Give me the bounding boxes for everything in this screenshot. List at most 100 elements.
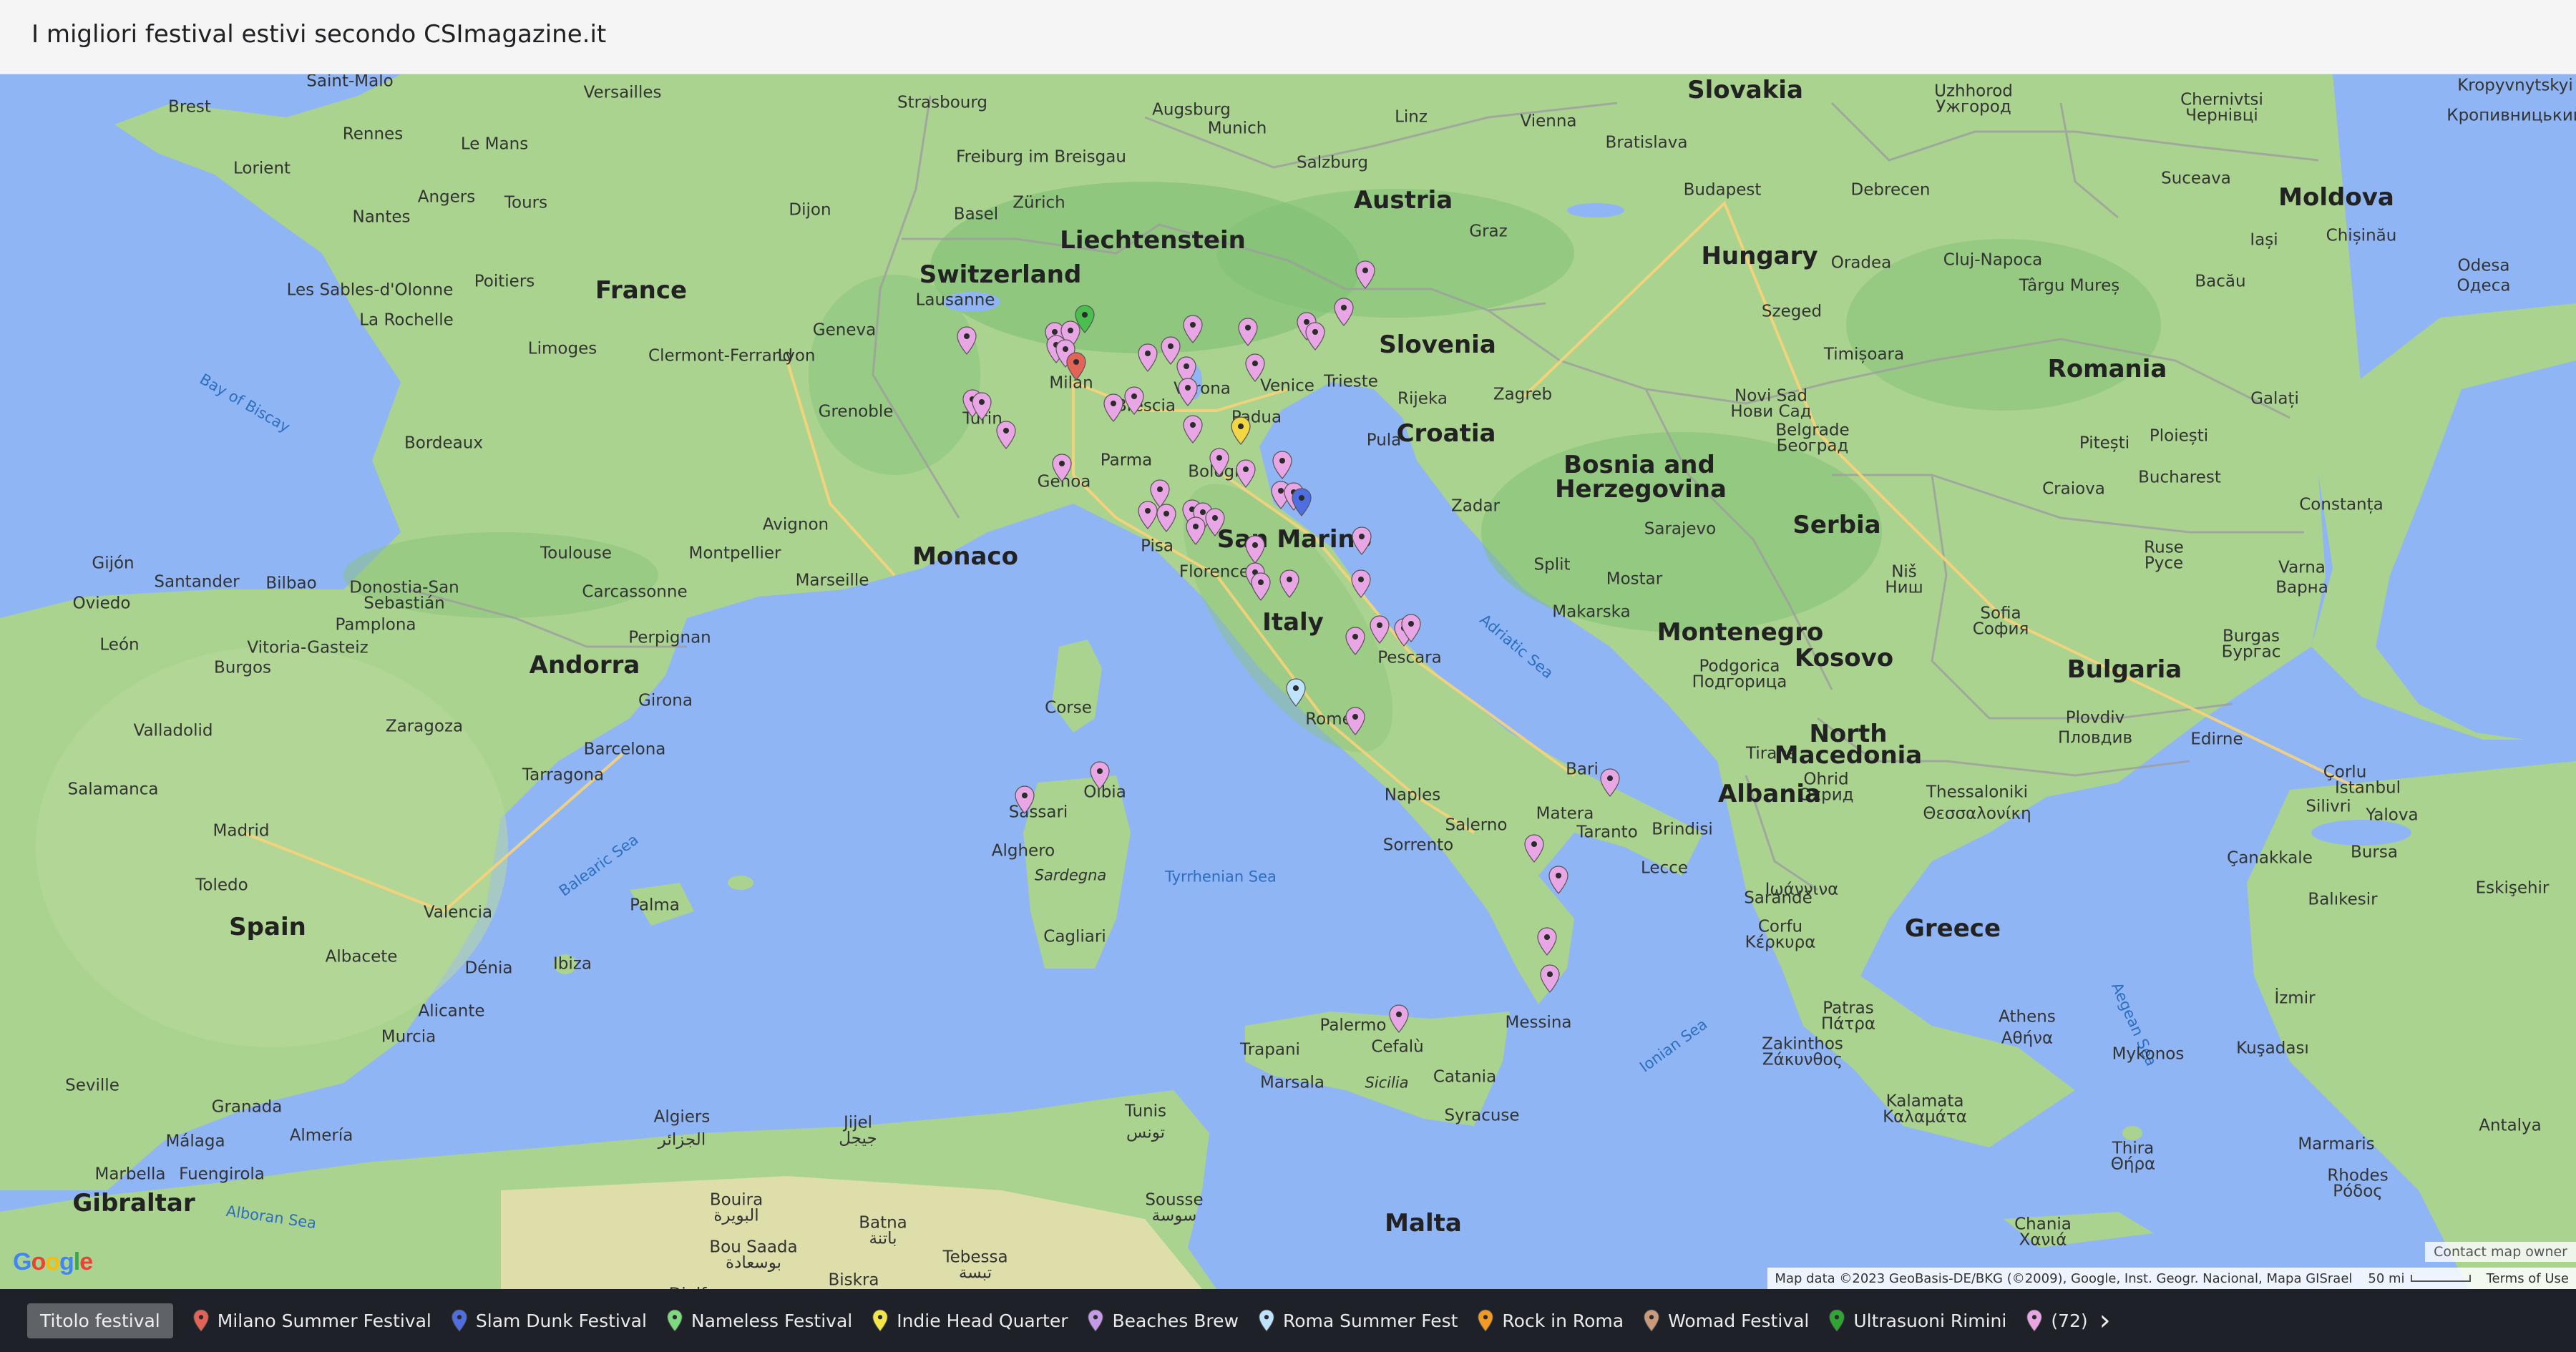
legend-item[interactable]: Indie Head Quarter [872, 1309, 1068, 1332]
festival-marker[interactable] [1351, 569, 1371, 598]
city-label: Chișinău [2326, 226, 2397, 245]
map-pin-icon [872, 1309, 897, 1332]
city-label: Szeged [1761, 302, 1823, 321]
festival-marker[interactable] [1245, 535, 1265, 564]
city-label: Mostar [1606, 569, 1663, 589]
city-label: Plovdiv [2065, 708, 2125, 728]
city-label: Pitești [2079, 433, 2130, 453]
city-label: Parma [1100, 451, 1153, 470]
festival-marker[interactable] [1279, 569, 1299, 598]
legend-bar: Titolo festival Milano Summer Festival Sl… [0, 1289, 2576, 1352]
country-label: Hungary [1701, 242, 1818, 270]
scale-bar[interactable]: 50 mi [2368, 1270, 2471, 1286]
festival-marker[interactable] [1066, 352, 1086, 381]
festival-marker[interactable] [1548, 866, 1568, 894]
legend-item[interactable]: Roma Summer Fest [1259, 1309, 1458, 1332]
festival-marker[interactable] [1286, 678, 1306, 707]
festival-marker[interactable] [1540, 964, 1560, 993]
festival-marker[interactable] [1236, 459, 1256, 488]
city-label: Bari [1566, 760, 1599, 779]
map-pin-icon [667, 1309, 691, 1332]
city-label: Antalya [2479, 1116, 2542, 1135]
scale-label: 50 mi [2368, 1270, 2405, 1286]
map-view[interactable]: Bay of Biscay Balearic Sea Tyrrhenian Sea A… [0, 74, 2576, 1289]
festival-marker[interactable] [1352, 526, 1372, 555]
city-label: Ζάκυνθος [1762, 1050, 1843, 1069]
legend-item[interactable]: Beaches Brew [1088, 1309, 1239, 1332]
festival-marker[interactable] [1178, 378, 1198, 406]
country-label: Liechtenstein [1060, 226, 1246, 255]
festival-marker[interactable] [1292, 488, 1312, 516]
city-label: Marsala [1260, 1073, 1324, 1092]
festival-marker[interactable] [1238, 318, 1258, 346]
chevron-right-icon[interactable]: › [2099, 1304, 2111, 1337]
city-label: Rennes [342, 124, 404, 144]
festival-marker[interactable] [1334, 298, 1354, 326]
festival-marker[interactable] [972, 392, 992, 421]
festival-marker[interactable] [1345, 627, 1365, 655]
city-label: Fuengirola [179, 1165, 265, 1184]
city-label: Albacete [325, 947, 398, 966]
festival-marker[interactable] [1389, 1004, 1409, 1033]
legend-item-label: Nameless Festival [691, 1310, 853, 1331]
festival-marker[interactable] [1183, 315, 1203, 343]
legend-item[interactable]: Rock in Roma [1478, 1309, 1624, 1332]
festival-marker[interactable] [1524, 834, 1544, 863]
festival-marker[interactable] [1272, 451, 1292, 479]
festival-marker[interactable] [1537, 927, 1557, 956]
legend-item[interactable]: (72) [2026, 1309, 2088, 1332]
festival-marker[interactable] [1600, 768, 1620, 797]
city-label: Geneva [812, 320, 877, 340]
city-label: تبسة [958, 1263, 992, 1283]
city-label: Granada [211, 1097, 283, 1117]
festival-marker[interactable] [1052, 454, 1072, 482]
festival-marker[interactable] [1015, 785, 1035, 814]
festival-marker[interactable] [1231, 416, 1251, 445]
city-label: Варна [2275, 578, 2328, 597]
legend-title-button[interactable]: Titolo festival [27, 1303, 173, 1338]
festival-marker[interactable] [1205, 508, 1225, 537]
city-label: Mykonos [2112, 1044, 2185, 1064]
festival-marker[interactable] [1251, 572, 1271, 601]
city-label: Cluj-Napoca [1943, 250, 2043, 270]
legend-item[interactable]: Womad Festival [1644, 1309, 1809, 1332]
legend-item[interactable]: Nameless Festival [667, 1309, 852, 1332]
country-label: San Marino [1216, 525, 1372, 554]
festival-marker[interactable] [1209, 448, 1229, 476]
city-label: Θήρα [2110, 1155, 2156, 1174]
city-label: Πάτρα [1820, 1014, 1876, 1034]
contact-map-owner-link[interactable]: Contact map owner [2425, 1242, 2576, 1262]
legend-item[interactable]: Milano Summer Festival [193, 1309, 431, 1332]
festival-marker[interactable] [1138, 343, 1158, 372]
festival-marker[interactable] [1305, 322, 1325, 351]
terms-of-use-link[interactable]: Terms of Use [2487, 1271, 2569, 1286]
festival-marker[interactable] [1401, 614, 1421, 642]
festival-marker[interactable] [1186, 516, 1206, 545]
festival-marker[interactable] [1075, 305, 1095, 333]
city-label: Poitiers [474, 272, 535, 291]
festival-marker[interactable] [1138, 501, 1158, 529]
festival-marker[interactable] [1370, 615, 1390, 644]
festival-marker[interactable] [957, 326, 977, 355]
country-label: Gibraltar [72, 1189, 195, 1218]
city-label: Valladolid [133, 721, 213, 740]
festival-marker[interactable] [1103, 393, 1123, 422]
country-label: Malta [1385, 1209, 1462, 1238]
city-label: Les Sables-d'Olonne [286, 280, 454, 300]
festival-marker[interactable] [1183, 415, 1203, 444]
festival-marker[interactable] [1245, 353, 1265, 382]
city-label: Zadar [1450, 496, 1501, 516]
legend-item[interactable]: Slam Dunk Festival [452, 1309, 647, 1332]
festival-marker[interactable] [1156, 504, 1176, 532]
city-label: Algiers [653, 1107, 711, 1127]
legend-item[interactable]: Ultrasuoni Rimini [1829, 1309, 2006, 1332]
festival-marker[interactable] [1345, 707, 1365, 735]
city-label: Trieste [1324, 372, 1378, 391]
city-label: İzmir [2274, 989, 2316, 1008]
city-label: Limoges [527, 339, 597, 358]
festival-marker[interactable] [1355, 260, 1375, 289]
festival-marker[interactable] [1090, 761, 1110, 790]
festival-marker[interactable] [1124, 386, 1144, 415]
festival-marker[interactable] [996, 421, 1016, 449]
google-logo: Google [13, 1248, 93, 1275]
